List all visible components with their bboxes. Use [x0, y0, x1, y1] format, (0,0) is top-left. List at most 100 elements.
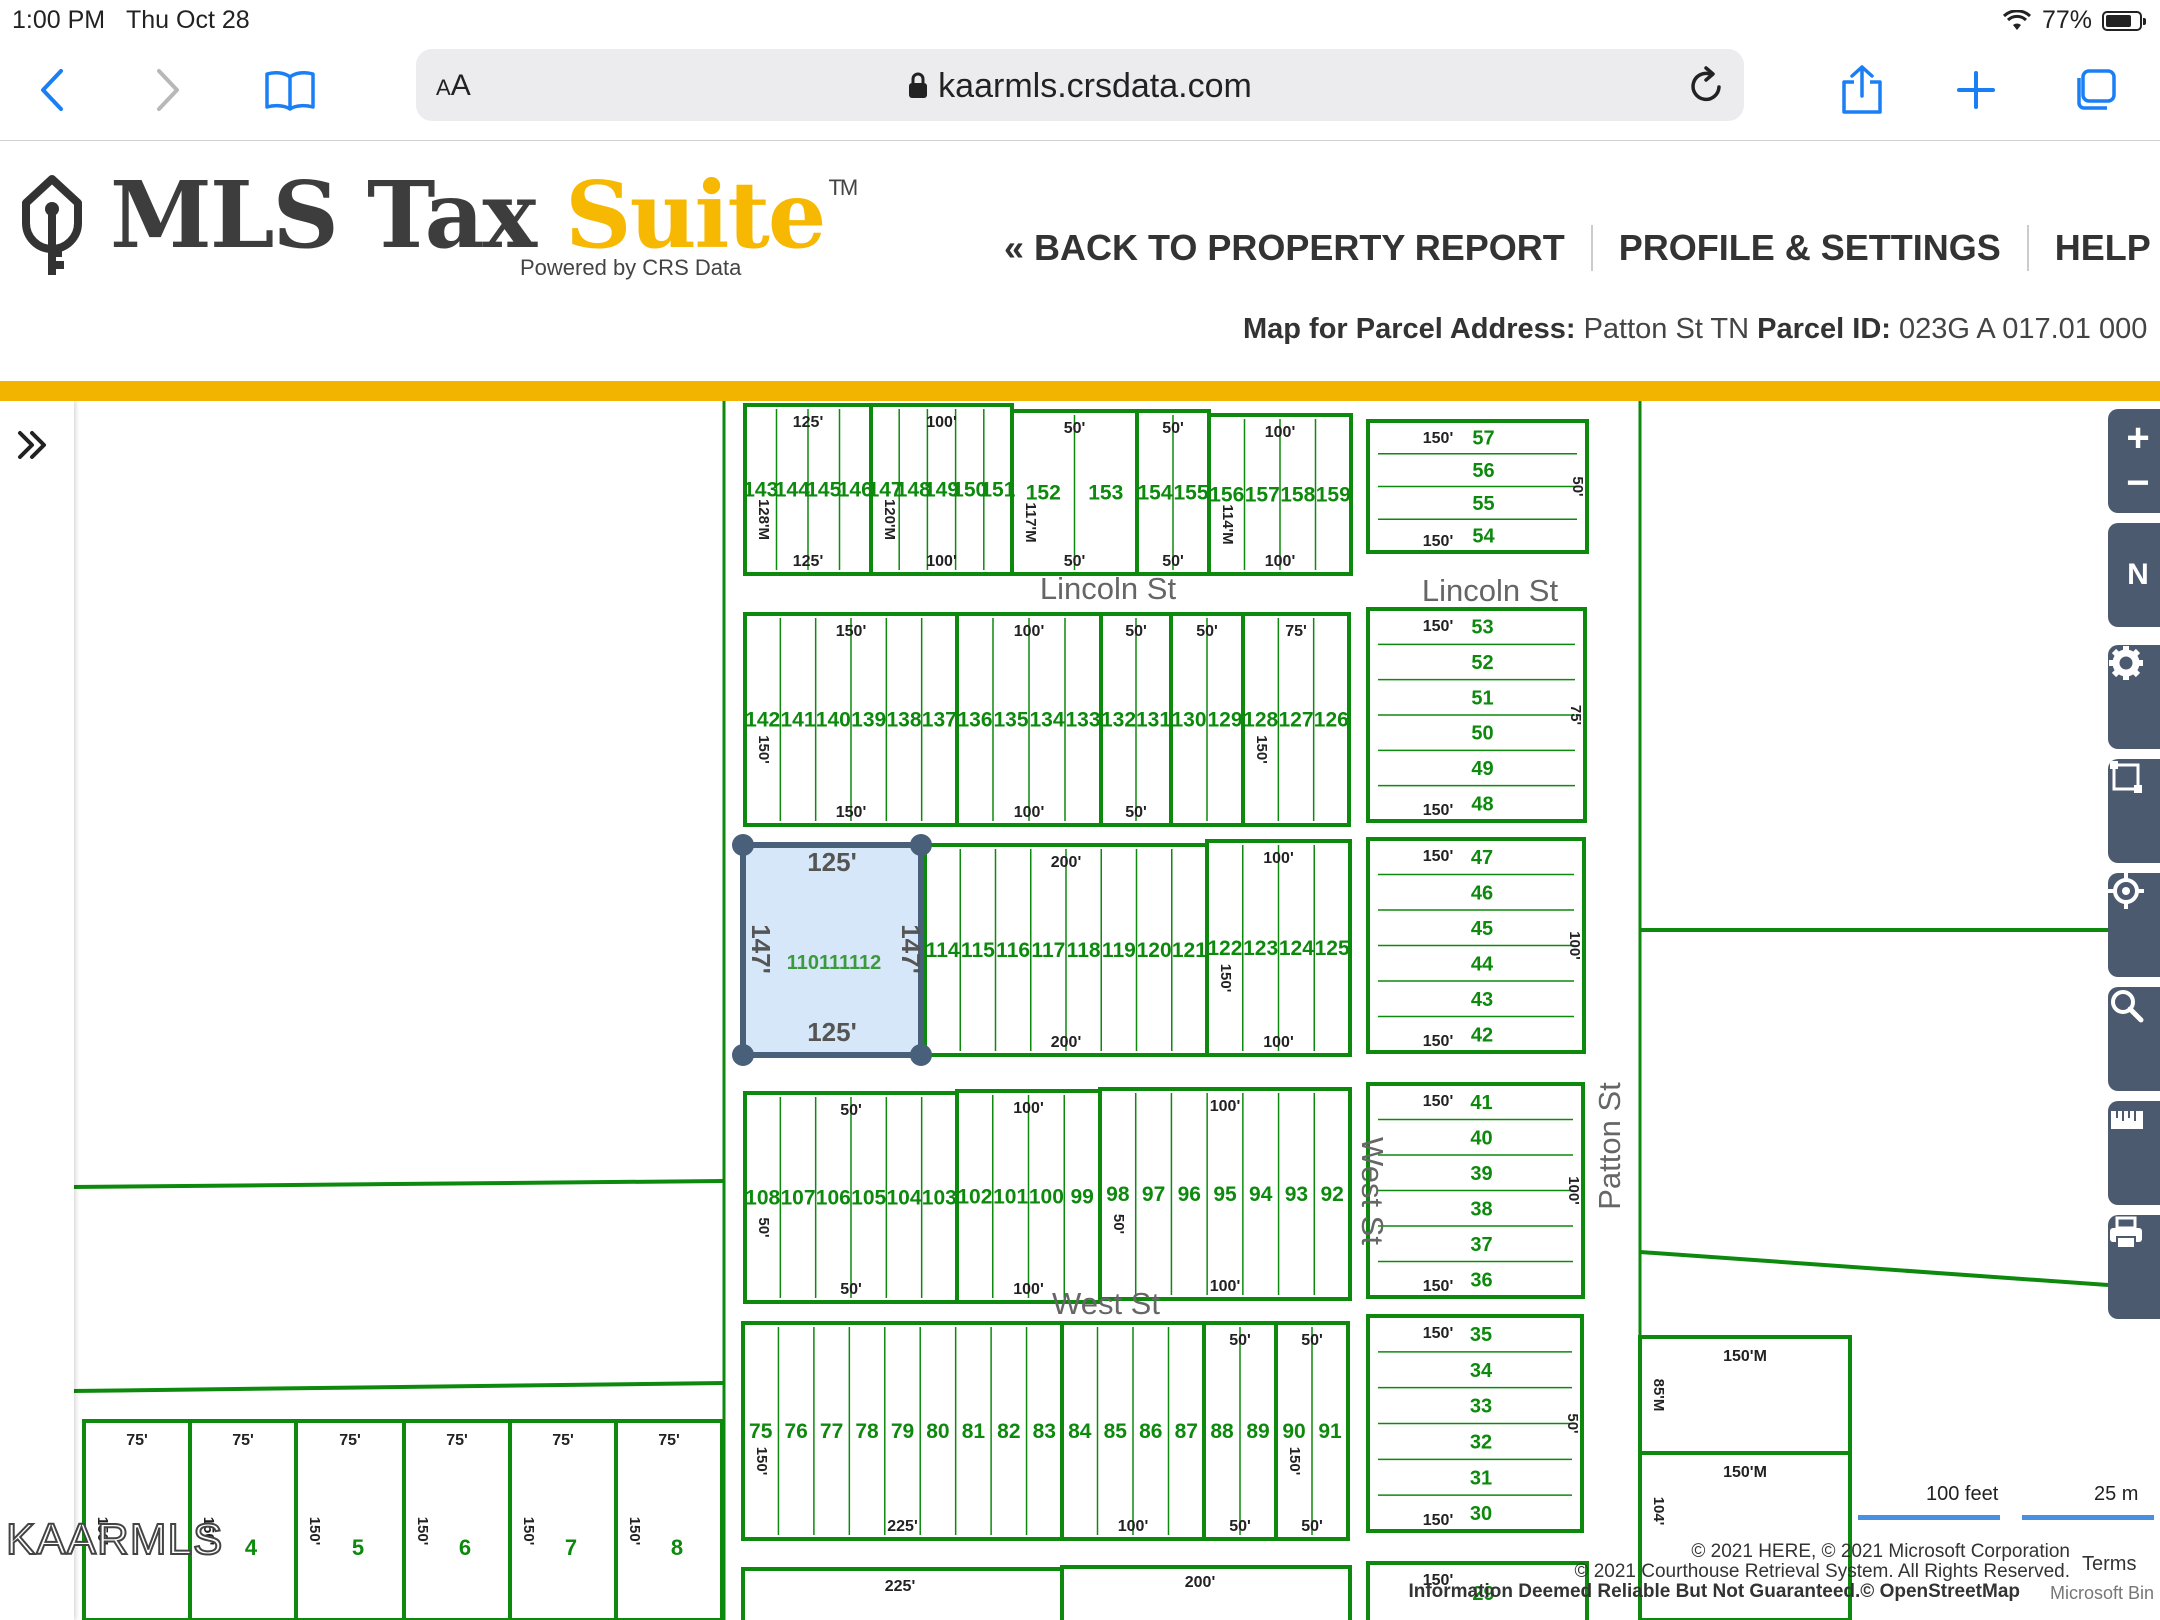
new-tab-button[interactable]: [1948, 62, 2004, 118]
dimension-label: 85'M: [1650, 1379, 1667, 1412]
profile-settings-link[interactable]: PROFILE & SETTINGS: [1619, 227, 2001, 269]
lot-number: 8: [671, 1535, 683, 1560]
search-map-button[interactable]: [2108, 987, 2160, 1091]
zoom-out-button[interactable]: −: [2126, 461, 2149, 506]
lot-number: 45: [1471, 918, 1493, 940]
dimension-label: 104': [1650, 1497, 1667, 1526]
dimension-label: 150': [1286, 1447, 1303, 1476]
tabs-button[interactable]: [2066, 62, 2122, 118]
lot-number: 156: [1209, 484, 1244, 507]
parcel-map[interactable]: 143 144 145 146 125' 125' 128'M 147 148 149 150 151…: [0, 401, 2160, 1620]
lot-number: 100: [1029, 1186, 1064, 1209]
print-button[interactable]: [2108, 1215, 2160, 1319]
parcel-info: Map for Parcel Address: Patton St TN Par…: [1243, 313, 2147, 346]
lot-number: 30: [1470, 1503, 1492, 1525]
selected-lots: 110111112: [787, 952, 882, 974]
parcel-map-canvas[interactable]: 143144145146125'125'128'M147148149150151…: [0, 401, 2160, 1620]
lot-number: 158: [1280, 484, 1315, 507]
lot-number: 155: [1173, 482, 1208, 505]
lot-number: 88: [1210, 1420, 1234, 1443]
lot-number: 135: [993, 709, 1028, 732]
lot-number: 152: [1026, 482, 1061, 505]
locate-button[interactable]: [2108, 873, 2160, 977]
dimension-label: 50': [1110, 1214, 1127, 1234]
dimension-label: 150': [1423, 1512, 1454, 1529]
share-button[interactable]: [1834, 62, 1890, 118]
dimension-label: 150': [1423, 1093, 1454, 1110]
status-right: 77%: [2002, 6, 2146, 35]
lot-number: 31: [1470, 1467, 1492, 1489]
vertex-handle: [732, 1044, 754, 1066]
street-label-patton: Patton St: [1592, 1082, 1627, 1210]
lot-number: 97: [1142, 1183, 1165, 1206]
dimension-label: 200': [1051, 1034, 1082, 1051]
address-bar[interactable]: AA kaarmls.crsdata.com: [416, 49, 1744, 121]
lot-number: 37: [1470, 1234, 1492, 1256]
dimension-label: 50': [1196, 623, 1218, 640]
lot-number: 123: [1243, 937, 1278, 960]
powered-by: Powered by CRS Data: [520, 255, 742, 280]
dimension-label: 150': [1423, 848, 1454, 865]
dimension-label: 100': [1014, 623, 1045, 640]
lot-number: 83: [1033, 1420, 1056, 1443]
lock-icon: [909, 72, 928, 98]
lot-number: 124: [1279, 937, 1314, 960]
lot-number: 153: [1088, 482, 1123, 505]
dimension-label: 200': [1185, 1574, 1216, 1591]
parcel-id-label: Parcel ID:: [1757, 313, 1891, 345]
parcel-line: [71, 1179, 725, 1189]
select-area-button[interactable]: [2108, 759, 2160, 863]
back-button[interactable]: [24, 62, 80, 118]
parcel-address-label: Map for Parcel Address:: [1243, 313, 1576, 345]
dimension-label: 50': [840, 1281, 862, 1298]
parcel-line: [1639, 1250, 2109, 1287]
browser-toolbar: AA kaarmls.crsdata.com: [0, 40, 2160, 141]
lot-number: 76: [784, 1420, 807, 1443]
lot-number: 84: [1068, 1420, 1092, 1443]
lot-number: 131: [1136, 709, 1171, 732]
help-link[interactable]: HELP: [2055, 227, 2151, 269]
settings-button[interactable]: [2108, 645, 2160, 749]
lot-number: 145: [806, 479, 841, 502]
gear-icon: [2109, 646, 2143, 680]
scale-bar-meters: [2022, 1515, 2154, 1520]
lot-number: 32: [1470, 1431, 1492, 1453]
disclaimer-line: Information Deemed Reliable But Not Guar…: [1408, 1581, 2020, 1602]
lot-number: 40: [1470, 1127, 1492, 1149]
lot-number: 90: [1282, 1420, 1305, 1443]
dimension-label: 150': [755, 735, 772, 764]
lot-number: 101: [993, 1186, 1028, 1209]
chevron-left-icon: [41, 69, 63, 111]
street-label-west: West St: [1052, 1286, 1160, 1321]
expand-panel-button[interactable]: [10, 425, 66, 481]
dimension-label: 50': [1064, 553, 1086, 570]
reload-icon[interactable]: [1688, 65, 1726, 105]
lot-number: 78: [855, 1420, 879, 1443]
lot-number: 105: [851, 1187, 886, 1210]
lot-number: 41: [1470, 1092, 1492, 1114]
terms-link[interactable]: Terms: [2082, 1553, 2136, 1576]
lot-number: 157: [1245, 484, 1280, 507]
measure-button[interactable]: [2108, 1101, 2160, 1205]
compass-button[interactable]: N: [2108, 523, 2160, 627]
zoom-in-button[interactable]: +: [2126, 416, 2149, 461]
parcel-address: Patton St TN: [1575, 313, 1758, 345]
forward-button[interactable]: [140, 62, 196, 118]
lot-number: 120: [1137, 939, 1172, 962]
dimension-label: 50': [1064, 420, 1086, 437]
dimension-label: 150': [1423, 1325, 1454, 1342]
parcel-id: 023G A 017.01 000: [1890, 313, 2148, 345]
lot-number: 118: [1067, 939, 1101, 962]
lot-number: 81: [962, 1420, 986, 1443]
back-to-report-link[interactable]: « BACK TO PROPERTY REPORT: [1004, 227, 1565, 269]
dimension-label: 150': [836, 804, 867, 821]
lot-number: 92: [1320, 1183, 1343, 1206]
zoom-control: + −: [2108, 409, 2160, 513]
dimension-label: 125': [793, 414, 824, 431]
selected-dimension: 147': [746, 924, 776, 974]
lot-number: 34: [1470, 1360, 1493, 1382]
lot-number: 132: [1101, 709, 1136, 732]
bookmarks-button[interactable]: [262, 62, 318, 118]
dimension-label: 150': [1423, 533, 1454, 550]
plus-icon: [1957, 71, 1995, 109]
